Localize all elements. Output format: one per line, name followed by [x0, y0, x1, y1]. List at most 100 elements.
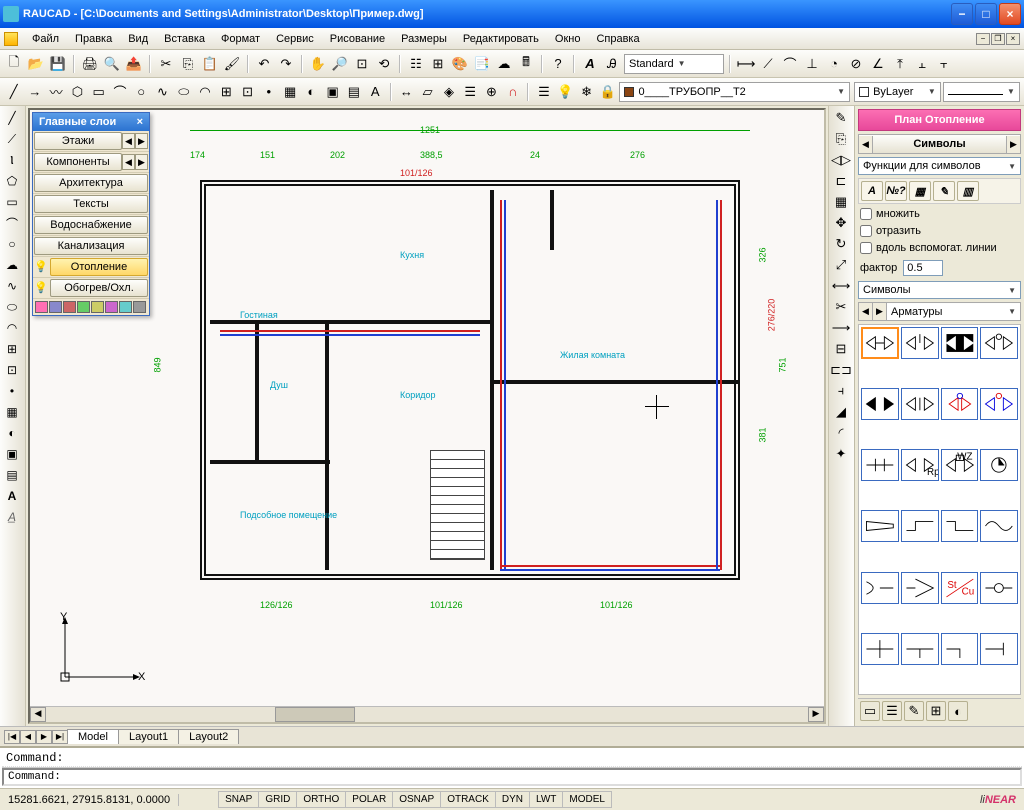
prev-category-icon[interactable]: ◀ — [859, 303, 873, 320]
layer-components-button[interactable]: Компоненты — [34, 153, 122, 171]
panel-close-icon[interactable]: × — [137, 116, 143, 128]
dim-linear-icon[interactable]: ⟼ — [736, 54, 756, 74]
color-bylayer-dropdown[interactable]: ByLayer ▼ — [854, 82, 941, 102]
design-center-icon[interactable]: ⊞ — [428, 54, 448, 74]
horizontal-scrollbar[interactable]: ◀ ▶ — [30, 706, 824, 722]
symbol-valve-2[interactable] — [901, 327, 939, 359]
panel-tool-1-icon[interactable]: ▭ — [860, 701, 880, 721]
publish-icon[interactable]: 📤 — [124, 54, 144, 74]
dim-aligned-icon[interactable]: ⟋ — [758, 54, 778, 74]
make-block-icon[interactable]: ⊡ — [238, 82, 257, 102]
dim-angular-icon[interactable]: ∠ — [868, 54, 888, 74]
bulb-icon[interactable]: 💡 — [34, 260, 48, 274]
markup-icon[interactable]: ☁ — [494, 54, 514, 74]
scroll-thumb[interactable] — [275, 707, 355, 722]
color-chip[interactable] — [105, 301, 118, 313]
symbol-valve-7[interactable] — [941, 388, 979, 420]
layer-heating-button[interactable]: Отопление — [50, 258, 148, 276]
menu-view[interactable]: Вид — [120, 31, 156, 47]
otrack-toggle[interactable]: OTRACK — [440, 791, 496, 808]
ellipse-icon[interactable]: ⬭ — [174, 82, 193, 102]
menu-insert[interactable]: Вставка — [156, 31, 213, 47]
undo-icon[interactable]: ↶ — [254, 54, 274, 74]
explode-icon[interactable]: ✦ — [831, 444, 851, 464]
bulb-icon[interactable]: 💡 — [34, 281, 48, 295]
symbol-arrow-1[interactable] — [861, 572, 899, 604]
symbol-gauge-1[interactable]: WZ — [941, 449, 979, 481]
open-icon[interactable]: 📂 — [26, 54, 46, 74]
arc-tool-icon[interactable]: ⌒ — [2, 213, 22, 233]
spline-tool-icon[interactable]: ∿ — [2, 276, 22, 296]
layers-panel-header[interactable]: Главные слои × — [33, 113, 149, 131]
ellipse-arc-icon[interactable]: ◠ — [195, 82, 214, 102]
point-tool-icon[interactable]: • — [2, 381, 22, 401]
copy-icon[interactable]: ⎘ — [178, 54, 198, 74]
chamfer-icon[interactable]: ◢ — [831, 402, 851, 422]
tab-last-icon[interactable]: ▶| — [52, 730, 68, 744]
dim-arc-icon[interactable]: ⌒ — [780, 54, 800, 74]
tab-first-icon[interactable]: |◀ — [4, 730, 20, 744]
menu-dimension[interactable]: Размеры — [393, 31, 455, 47]
list-icon[interactable]: ☰ — [461, 82, 480, 102]
layers-panel[interactable]: Главные слои × Этажи◀▶ Компоненты◀▶ Архи… — [32, 112, 150, 316]
symbol-elbow[interactable] — [941, 633, 979, 665]
maximize-button[interactable]: □ — [975, 3, 997, 25]
layer-floors-button[interactable]: Этажи — [34, 132, 122, 150]
command-input[interactable]: Command: — [2, 768, 1022, 786]
lwt-toggle[interactable]: LWT — [529, 791, 563, 808]
erase-icon[interactable]: ✎ — [831, 108, 851, 128]
copy-obj-icon[interactable]: ⎘ — [831, 129, 851, 149]
layer-dropdown[interactable]: 0____ТРУБОПР__Т2 ▼ — [619, 82, 850, 102]
polygon-icon[interactable]: ⬡ — [68, 82, 87, 102]
circle-icon[interactable]: ○ — [132, 82, 151, 102]
properties-icon[interactable]: ☷ — [406, 54, 426, 74]
help-icon[interactable]: ? — [548, 54, 568, 74]
layer-lock-icon[interactable]: 🔒 — [598, 82, 617, 102]
symbol-valve-1[interactable] — [861, 327, 899, 359]
panel-tool-5-icon[interactable]: ◐ — [948, 701, 968, 721]
color-chip[interactable] — [35, 301, 48, 313]
polyline-icon[interactable]: 〰 — [47, 82, 66, 102]
new-icon[interactable]: 🗋 — [4, 54, 24, 74]
layer-hvac-button[interactable]: Обогрев/Охл. — [50, 279, 148, 297]
dim-radius-icon[interactable]: ◔ — [824, 54, 844, 74]
symbol-valve-6[interactable] — [901, 388, 939, 420]
save-icon[interactable]: 💾 — [48, 54, 68, 74]
color-chip[interactable] — [49, 301, 62, 313]
color-chip[interactable] — [77, 301, 90, 313]
menu-format[interactable]: Формат — [213, 31, 268, 47]
mirror-checkbox[interactable]: отразить — [858, 224, 1021, 238]
menu-modify[interactable]: Редактировать — [455, 31, 547, 47]
earc-tool-icon[interactable]: ◠ — [2, 318, 22, 338]
dim-quick-icon[interactable]: ⤒ — [890, 54, 910, 74]
gradient-tool-icon[interactable]: ◐ — [2, 423, 22, 443]
arc-icon[interactable]: ⌒ — [110, 82, 129, 102]
symbol-arrow-2[interactable] — [901, 572, 939, 604]
layer-props-icon[interactable]: ☰ — [534, 82, 553, 102]
drawing-canvas[interactable]: Главные слои × Этажи◀▶ Компоненты◀▶ Архи… — [28, 108, 826, 724]
ellipse-tool-icon[interactable]: ⬭ — [2, 297, 22, 317]
layer-architecture-button[interactable]: Архитектура — [34, 174, 148, 192]
symbol-cap[interactable] — [980, 633, 1018, 665]
grid-toggle[interactable]: GRID — [258, 791, 297, 808]
line-tool-icon[interactable]: ╱ — [2, 108, 22, 128]
symbol-text-stcu[interactable]: StCu — [941, 572, 979, 604]
multiply-checkbox[interactable]: множить — [858, 207, 1021, 221]
tab-prev-icon[interactable]: ◀ — [20, 730, 36, 744]
print-icon[interactable]: 🖨 — [80, 54, 100, 74]
symbol-step-2[interactable] — [941, 510, 979, 542]
symbol-gauge-2[interactable] — [980, 449, 1018, 481]
mdi-minimize-button[interactable]: − — [976, 33, 990, 45]
scroll-right-icon[interactable]: ▶ — [808, 707, 824, 722]
block-make-tool-icon[interactable]: ⊡ — [2, 360, 22, 380]
symbol-step-1[interactable] — [901, 510, 939, 542]
mirror-icon[interactable]: ◁▷ — [831, 150, 851, 170]
zoom-rt-icon[interactable]: 🔎 — [330, 54, 350, 74]
scale-icon[interactable]: ⤢ — [831, 255, 851, 275]
panel-tool-4-icon[interactable]: ⊞ — [926, 701, 946, 721]
table-icon[interactable]: ▤ — [344, 82, 363, 102]
tab-model[interactable]: Model — [67, 729, 119, 744]
text-style-dropdown[interactable]: Standard ▼ — [624, 54, 724, 74]
offset-icon[interactable]: ⊏ — [831, 171, 851, 191]
menu-window[interactable]: Окно — [547, 31, 589, 47]
